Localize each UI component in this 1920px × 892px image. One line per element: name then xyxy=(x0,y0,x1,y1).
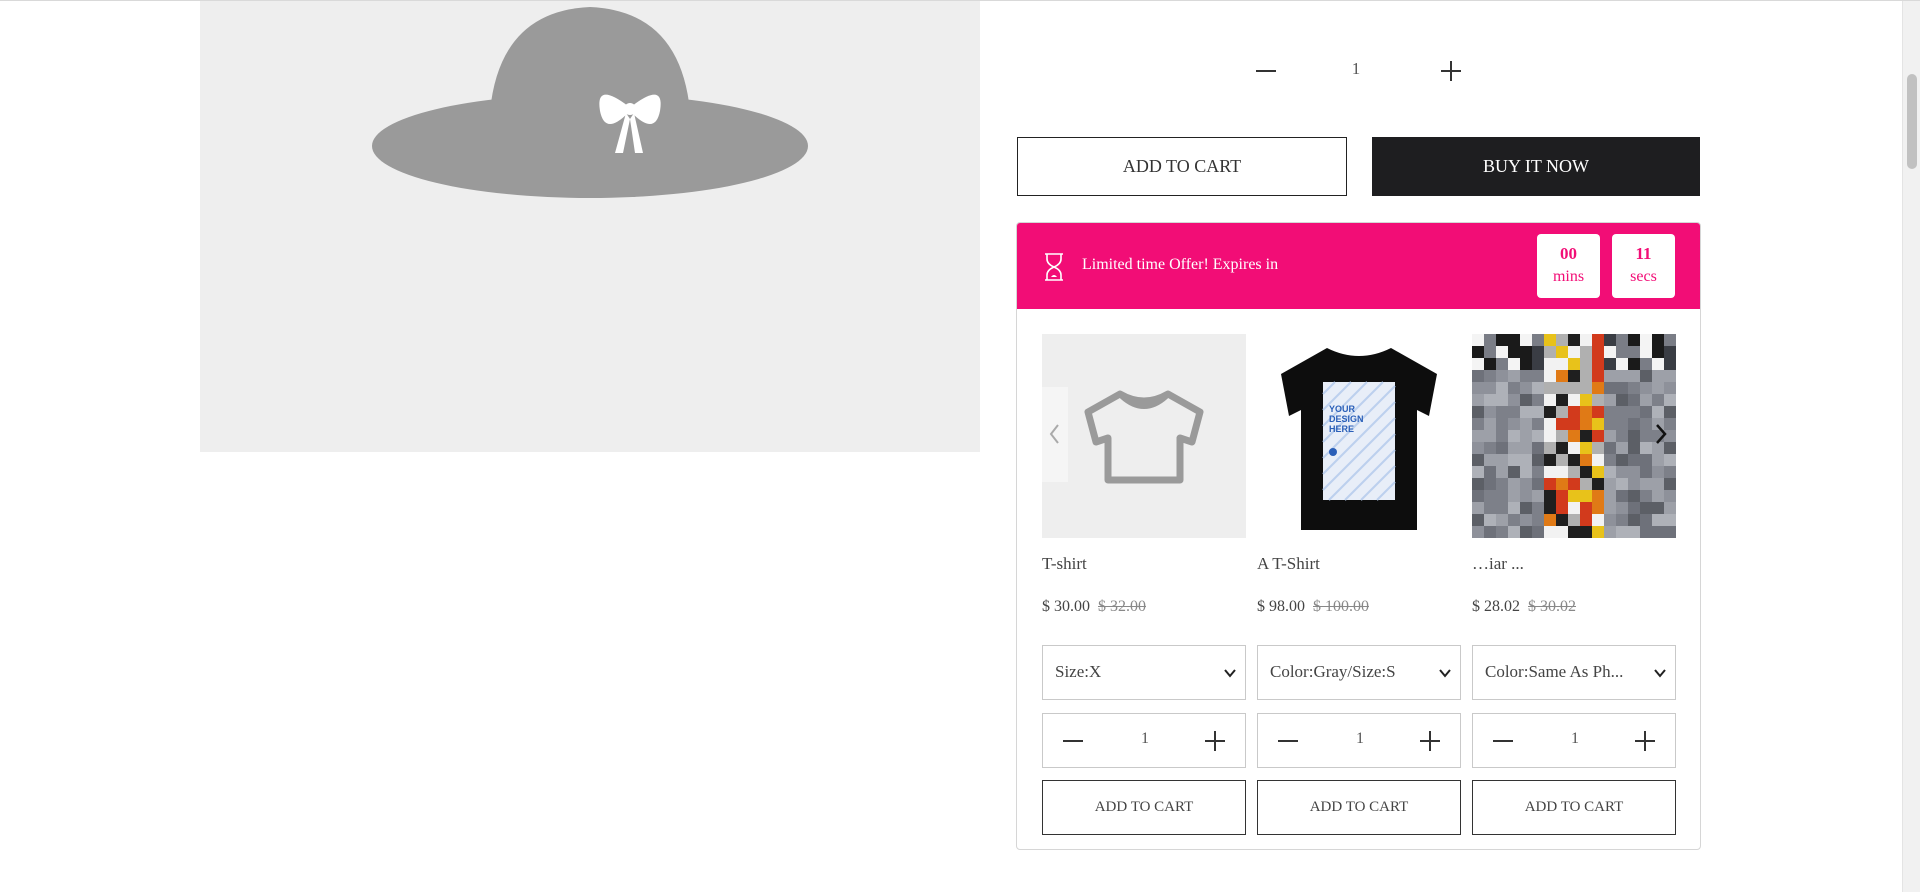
quantity-stepper: 1 xyxy=(1472,713,1676,768)
product-price: $ 98.00 $ 100.00 xyxy=(1257,598,1369,616)
scrollbar-thumb[interactable] xyxy=(1907,74,1917,169)
add-to-cart-button[interactable]: ADD TO CART xyxy=(1042,780,1246,835)
product-page: 1 ADD TO CART BUY IT NOW Limited time Of… xyxy=(0,0,1920,892)
variant-value: Size:X xyxy=(1055,662,1102,681)
minutes-value: 00 xyxy=(1560,244,1577,263)
carousel-next-button[interactable] xyxy=(1647,387,1675,482)
product-price: $ 30.00 $ 32.00 xyxy=(1042,598,1146,616)
main-quantity-stepper: 1 xyxy=(1236,49,1716,93)
bundle-product-card: …iar ... $ 28.02 $ 30.02 Color:Same As Ph… xyxy=(1472,334,1676,835)
plus-icon-vertical xyxy=(1429,731,1431,751)
current-price: $ 30.00 xyxy=(1042,598,1090,615)
svg-text:DESIGN: DESIGN xyxy=(1329,414,1364,424)
quantity-decrease-button[interactable] xyxy=(1266,714,1310,767)
quantity-stepper: 1 xyxy=(1042,713,1246,768)
hourglass-icon xyxy=(1045,253,1063,281)
chevron-right-icon xyxy=(1656,424,1667,444)
offer-title: Limited time Offer! Expires in xyxy=(1082,256,1279,273)
plus-icon-vertical xyxy=(1214,731,1216,751)
minus-icon xyxy=(1278,740,1298,742)
variant-select[interactable]: Size:X xyxy=(1042,645,1246,700)
product-name[interactable]: T-shirt xyxy=(1042,554,1087,574)
quantity-decrease-button[interactable] xyxy=(1481,714,1525,767)
svg-text:HERE: HERE xyxy=(1329,424,1354,434)
variant-value: Color:Same As Ph... xyxy=(1485,662,1624,681)
bundle-product-card: YOUR DESIGN HERE A T-Shirt $ 98.00 $ 100.… xyxy=(1257,334,1461,835)
original-price: $ 100.00 xyxy=(1313,598,1369,615)
limited-offer-panel: Limited time Offer! Expires in 00 mins 1… xyxy=(1016,222,1701,850)
hat-icon xyxy=(372,7,808,198)
page-scrollbar[interactable] xyxy=(1902,1,1920,892)
quantity-increase-button[interactable] xyxy=(1431,49,1471,93)
quantity-value[interactable]: 1 xyxy=(1330,730,1390,748)
minus-icon xyxy=(1063,740,1083,742)
product-thumbnail[interactable] xyxy=(1472,334,1676,538)
variant-select[interactable]: Color:Gray/Size:S xyxy=(1257,645,1461,700)
black-tshirt-design-icon: YOUR DESIGN HERE xyxy=(1281,348,1437,530)
current-price: $ 28.02 xyxy=(1472,598,1520,615)
quantity-increase-button[interactable] xyxy=(1408,714,1452,767)
product-name[interactable]: …iar ... xyxy=(1472,554,1524,574)
variant-select[interactable]: Color:Same As Ph... xyxy=(1472,645,1676,700)
minutes-label: mins xyxy=(1552,268,1585,285)
add-to-cart-button[interactable]: ADD TO CART xyxy=(1472,780,1676,835)
quantity-value[interactable]: 1 xyxy=(1545,730,1605,748)
pixelated-photo-icon xyxy=(1472,334,1676,538)
product-price: $ 28.02 $ 30.02 xyxy=(1472,598,1576,616)
seconds-value: 11 xyxy=(1635,244,1652,263)
quantity-increase-button[interactable] xyxy=(1193,714,1237,767)
chevron-left-icon xyxy=(1049,424,1059,444)
offer-header: Limited time Offer! Expires in 00 mins 1… xyxy=(1017,223,1700,309)
quantity-decrease-button[interactable] xyxy=(1246,49,1286,93)
carousel-prev-button[interactable] xyxy=(1042,387,1068,482)
add-to-cart-button[interactable]: ADD TO CART xyxy=(1017,137,1347,196)
original-price: $ 30.02 xyxy=(1528,598,1576,615)
quantity-value[interactable]: 1 xyxy=(1326,59,1386,79)
current-price: $ 98.00 xyxy=(1257,598,1305,615)
quantity-value[interactable]: 1 xyxy=(1115,730,1175,748)
minus-icon xyxy=(1256,70,1276,72)
plus-icon-vertical xyxy=(1450,61,1452,81)
quantity-decrease-button[interactable] xyxy=(1051,714,1095,767)
tshirt-placeholder-icon xyxy=(1084,390,1204,484)
countdown-minutes: 00 mins xyxy=(1537,234,1600,298)
product-thumbnail[interactable] xyxy=(1042,334,1246,538)
plus-icon-vertical xyxy=(1644,731,1646,751)
original-price: $ 32.00 xyxy=(1098,598,1146,615)
quantity-increase-button[interactable] xyxy=(1623,714,1667,767)
add-to-cart-button[interactable]: ADD TO CART xyxy=(1257,780,1461,835)
chevron-down-icon xyxy=(1439,669,1451,678)
minus-icon xyxy=(1493,740,1513,742)
bundle-product-card: T-shirt $ 30.00 $ 32.00 Size:X 1 ADD TO C… xyxy=(1042,334,1246,835)
countdown-seconds: 11 secs xyxy=(1612,234,1675,298)
product-thumbnail[interactable]: YOUR DESIGN HERE xyxy=(1257,334,1461,538)
buy-it-now-button[interactable]: BUY IT NOW xyxy=(1372,137,1700,196)
chevron-down-icon xyxy=(1224,669,1236,678)
quantity-stepper: 1 xyxy=(1257,713,1461,768)
variant-value: Color:Gray/Size:S xyxy=(1270,662,1396,681)
svg-text:YOUR: YOUR xyxy=(1329,404,1356,414)
product-main-image xyxy=(200,1,980,452)
seconds-label: secs xyxy=(1630,268,1657,285)
product-name[interactable]: A T-Shirt xyxy=(1257,554,1320,574)
chevron-down-icon xyxy=(1654,669,1666,678)
